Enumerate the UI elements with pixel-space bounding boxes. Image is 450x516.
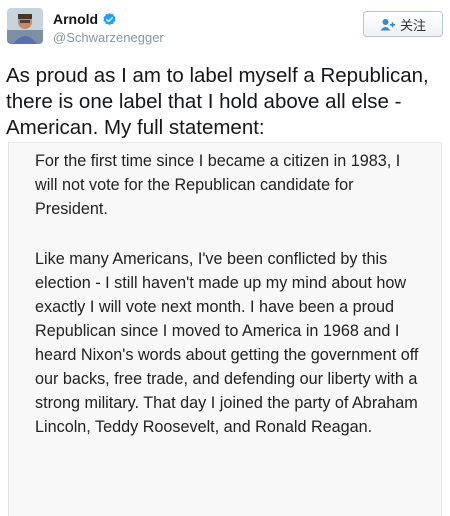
avatar[interactable] [7,8,43,44]
user-handle[interactable]: @Schwarzenegger [53,30,164,45]
follow-button[interactable]: 关注 [363,11,443,37]
tweet-text: As proud as I am to label myself a Repub… [6,64,429,139]
name-row: Arnold [53,11,117,27]
verified-badge-icon [103,12,116,25]
statement-image[interactable]: For the first time since I became a citi… [8,142,442,516]
tweet-header: Arnold @Schwarzenegger 关注 [0,0,450,60]
follow-button-label: 关注 [399,17,426,33]
display-name[interactable]: Arnold [53,11,98,27]
add-user-icon [380,18,395,30]
statement-paragraph-2: Like many Americans, I've been conflicte… [35,250,419,436]
statement-paragraph-1: For the first time since I became a citi… [35,152,401,218]
